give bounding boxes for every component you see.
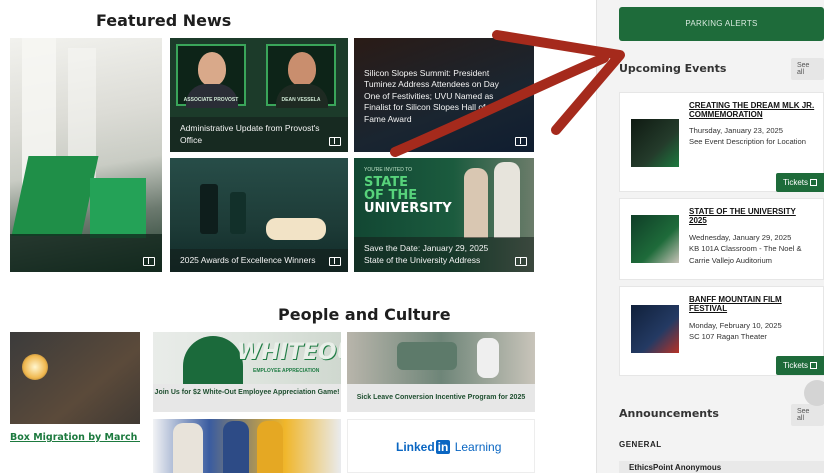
event-title[interactable]: BANFF MOUNTAIN FILM FESTIVAL [689,295,815,313]
general-category-label: GENERAL [619,440,662,449]
event-date: Wednesday, January 29, 2025 [689,233,792,242]
featured-tile-awards[interactable]: 2025 Awards of Excellence Winners [170,158,348,272]
event-title[interactable]: STATE OF THE UNIVERSITY 2025 [689,207,815,225]
event-thumbnail [631,305,679,353]
event-date: Monday, February 10, 2025 [689,321,782,330]
linkedin-learning-logo: Linked in Learning [396,440,502,454]
tile-caption: Save the Date: January 29, 2025 State of… [354,237,534,272]
main-content: Featured News ASSOCIATE PROVOST DEAN VES… [0,0,596,473]
card-caption: Join Us for $2 White-Out Employee Apprec… [153,384,341,412]
event-location: SC 107 Ragan Theater [689,332,767,342]
people-card-box-migration[interactable]: Box Migration by March 31, [10,332,140,473]
events-see-all-button[interactable]: See all [791,58,824,80]
event-date: Thursday, January 23, 2025 [689,126,783,135]
tile-caption: Silicon Slopes Summit: President Tuminez… [364,68,499,124]
event-location: See Event Description for Location [689,137,806,147]
event-thumbnail [631,119,679,167]
portrait-image: ASSOCIATE PROVOST [176,44,246,108]
lightbulb-image [22,354,48,380]
announcements-see-all-button[interactable]: See all [791,404,824,426]
featured-tile-provost[interactable]: ASSOCIATE PROVOST DEAN VESSELA Administr… [170,38,348,152]
event-location: KB 101A Classroom - The Noel & Carrie Va… [689,244,802,265]
upcoming-events-heading: Upcoming Events [619,62,727,75]
people-card-sick-leave[interactable]: Sick Leave Conversion Incentive Program … [347,332,535,412]
event-card-state-of-university[interactable]: STATE OF THE UNIVERSITY 2025 Wednesday, … [619,198,824,280]
announcements-heading: Announcements [619,407,719,420]
external-link-icon [810,179,817,186]
people-culture-heading: People and Culture [278,305,451,324]
event-thumbnail [631,215,679,263]
featured-tile-state-of-university[interactable]: YOU'RE INVITED TO STATE OF THE UNIVERSIT… [354,158,534,272]
book-icon [329,137,341,146]
event-card-banff[interactable]: BANFF MOUNTAIN FILM FESTIVAL Monday, Feb… [619,286,824,376]
event-card-mlk[interactable]: CREATING THE DREAM MLK JR. COMMEMORATION… [619,92,824,192]
player-image [183,336,243,384]
book-icon [143,257,155,266]
people-card-linkedin-learning[interactable]: Linked in Learning [347,419,535,473]
book-icon [329,257,341,266]
people-card-team-photo[interactable] [153,419,341,473]
state-of-university-graphic: STATE OF THE UNIVERSITY [364,175,452,216]
box-migration-link[interactable]: Box Migration by March 31, [10,432,140,443]
people-card-whiteout[interactable]: WHITEOUT EMPLOYEE APPRECIATION Join Us f… [153,332,341,412]
parking-alerts-button[interactable]: PARKING ALERTS [619,7,824,41]
scroll-to-top-button[interactable] [804,380,824,406]
tickets-button[interactable]: Tickets [775,173,824,192]
portrait-image: DEAN VESSELA [266,44,336,108]
featured-tile-capitol[interactable] [10,38,162,272]
sidebar: PARKING ALERTS Upcoming Events See all C… [596,0,824,473]
tickets-button[interactable]: Tickets [775,356,824,375]
tile-caption [10,234,162,272]
book-icon [515,257,527,266]
tile-caption: 2025 Awards of Excellence Winners [170,248,348,272]
tile-caption: Administrative Update from Provost's Off… [170,117,348,152]
ethicspoint-announcement[interactable]: EthicsPoint Anonymous [619,461,824,473]
featured-news-heading: Featured News [96,11,232,30]
card-caption: Sick Leave Conversion Incentive Program … [347,384,535,412]
event-title[interactable]: CREATING THE DREAM MLK JR. COMMEMORATION [689,101,815,119]
external-link-icon [810,362,817,369]
featured-tile-silicon-slopes[interactable]: Silicon Slopes Summit: President Tuminez… [354,38,534,152]
book-icon [515,137,527,146]
